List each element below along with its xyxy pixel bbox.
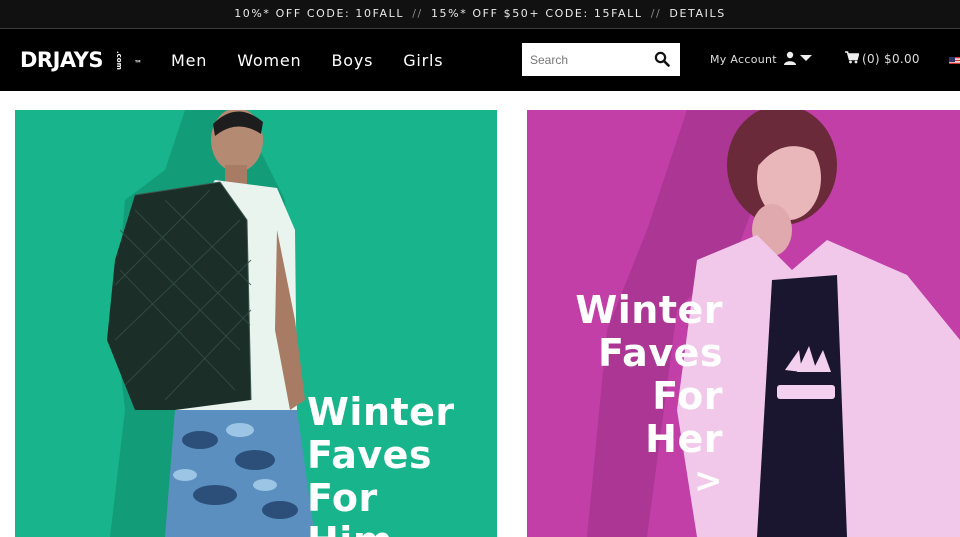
user-icon (777, 51, 797, 68)
cart-icon (845, 51, 862, 67)
search-box (522, 43, 680, 76)
us-flag-icon[interactable] (949, 54, 960, 64)
search-input[interactable] (522, 43, 650, 76)
my-account-menu[interactable]: My Account (710, 51, 812, 68)
logo-suffix: .com (115, 50, 123, 70)
logo-text: DRJAYS (20, 48, 104, 72)
site-header: DRJAYS .com ™ Men Women Boys Girls My Ac… (0, 28, 960, 91)
banner-her-line-3: For (652, 374, 723, 418)
banner-him-line-3: For (307, 476, 378, 520)
promo-code-15fall: 15%* OFF $50+ CODE: 15FALL (430, 7, 643, 20)
search-icon[interactable] (654, 51, 670, 67)
banner-her-line-1: Winter (575, 288, 723, 332)
nav-girls[interactable]: Girls (403, 51, 443, 70)
banner-her-line-2: Faves (597, 331, 723, 375)
promo-details-link[interactable]: DETAILS (669, 7, 725, 20)
promo-code-10fall: 10%* OFF CODE: 10FALL (234, 7, 405, 20)
banner-her-title: Winter Faves For Her > (573, 288, 723, 502)
banner-him-line-4: Him (307, 520, 455, 537)
banner-her-arrow: > (694, 461, 723, 501)
banner-winter-faves-him[interactable]: Winter Faves For Him (15, 110, 497, 537)
cart-summary: (0) $0.00 (862, 52, 920, 66)
site-logo[interactable]: DRJAYS .com ™ (20, 45, 142, 75)
cart-link[interactable]: (0) $0.00 (845, 51, 920, 67)
nav-women[interactable]: Women (237, 51, 301, 70)
nav-boys[interactable]: Boys (331, 51, 373, 70)
main-nav: Men Women Boys Girls (171, 29, 473, 91)
my-account-label: My Account (710, 53, 777, 66)
promo-separator: // (412, 7, 423, 20)
promo-separator: // (650, 7, 662, 20)
caret-down-icon (797, 53, 812, 66)
banner-him-line-1: Winter (307, 390, 455, 434)
banner-winter-faves-her[interactable]: Winter Faves For Her > (527, 110, 960, 537)
logo-trademark: ™ (134, 59, 142, 68)
banner-him-line-2: Faves (307, 433, 433, 477)
banner-him-title: Winter Faves For Him (307, 391, 455, 537)
nav-men[interactable]: Men (171, 51, 207, 70)
promo-bar: 10%* OFF CODE: 10FALL // 15%* OFF $50+ C… (0, 0, 960, 28)
banner-her-line-4: Her (645, 417, 723, 461)
